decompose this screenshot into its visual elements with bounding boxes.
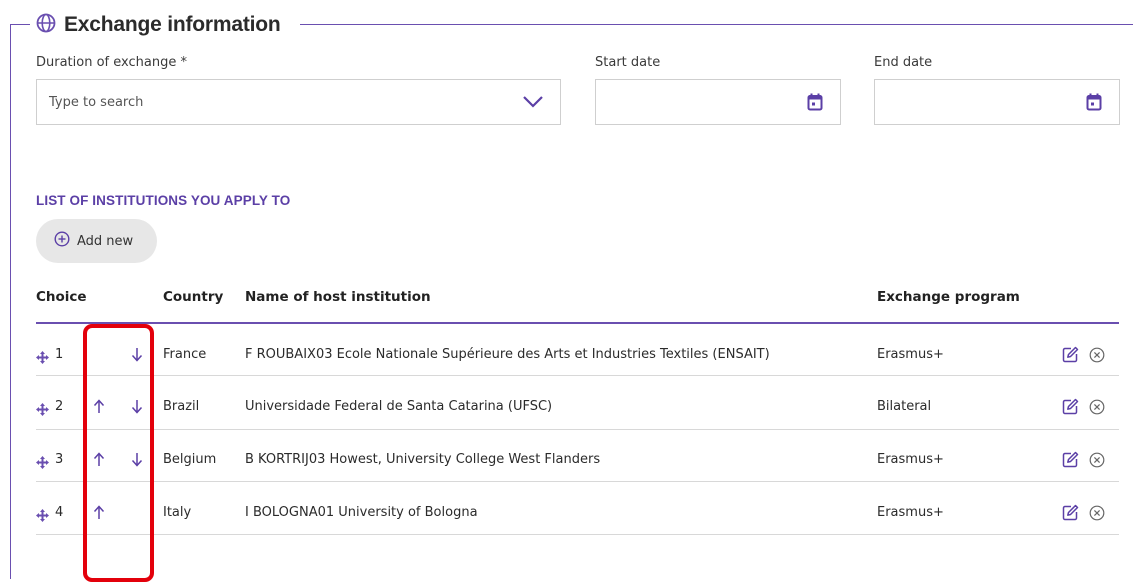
institution-name-cell: F ROUBAIX03 Ecole Nationale Supérieure d… [245,347,770,362]
section-title: Exchange information [64,13,281,36]
institution-name-cell: B KORTRIJ03 Howest, University College W… [245,452,601,467]
choice-number: 2 [55,399,64,414]
exchange-program-cell: Erasmus+ [877,452,944,467]
edit-icon[interactable] [1062,346,1079,367]
globe-icon [36,13,56,37]
edit-icon[interactable] [1062,451,1079,472]
country-cell: Italy [163,505,192,520]
drag-handle-icon[interactable] [36,454,49,473]
drag-handle-icon[interactable] [36,349,49,368]
choice-number: 4 [55,505,64,520]
end-date-label: End date [874,55,933,70]
institution-name-cell: I BOLOGNA01 University of Bologna [245,505,478,520]
institution-name-cell: Universidade Federal de Santa Catarina (… [245,399,553,414]
calendar-icon[interactable] [1086,93,1102,115]
column-header-name: Name of host institution [245,289,431,305]
choice-number: 3 [55,452,64,467]
duration-label: Duration of exchange * [36,55,187,70]
exchange-program-cell: Erasmus+ [877,505,944,520]
drag-handle-icon[interactable] [36,401,49,420]
column-header-country: Country [163,289,224,305]
row-divider [36,429,1119,430]
section-legend: Exchange information [36,9,281,41]
start-date-field[interactable] [595,79,841,125]
remove-icon[interactable] [1089,452,1105,472]
row-divider [36,375,1119,376]
exchange-program-cell: Erasmus+ [877,347,944,362]
remove-icon[interactable] [1089,505,1105,525]
country-cell: Belgium [163,452,217,467]
row-divider [36,481,1119,482]
edit-icon[interactable] [1062,504,1079,525]
row-divider [36,534,1119,535]
duration-placeholder: Type to search [49,95,144,110]
exchange-program-cell: Bilateral [877,399,932,414]
add-new-label: Add new [77,233,134,249]
edit-icon[interactable] [1062,398,1079,419]
chevron-down-icon[interactable] [522,94,544,113]
highlight-box [83,324,154,582]
calendar-icon[interactable] [807,93,823,115]
country-cell: Brazil [163,399,200,414]
start-date-label: Start date [595,55,661,70]
fieldset-border-top [300,24,1133,25]
plus-circle-icon [54,231,70,251]
table-header-divider [36,322,1119,324]
duration-select[interactable]: Type to search [36,79,561,125]
remove-icon[interactable] [1089,399,1105,419]
column-header-choice: Choice [36,289,87,305]
fieldset-border-left [10,24,11,579]
country-cell: France [163,347,207,362]
column-header-program: Exchange program [877,289,1020,305]
end-date-field[interactable] [874,79,1120,125]
remove-icon[interactable] [1089,347,1105,367]
drag-handle-icon[interactable] [36,507,49,526]
choice-number: 1 [55,347,64,362]
institutions-title: LIST OF INSTITUTIONS YOU APPLY TO [36,193,291,208]
add-new-button[interactable]: Add new [36,219,157,263]
fieldset-border-top [10,24,30,25]
